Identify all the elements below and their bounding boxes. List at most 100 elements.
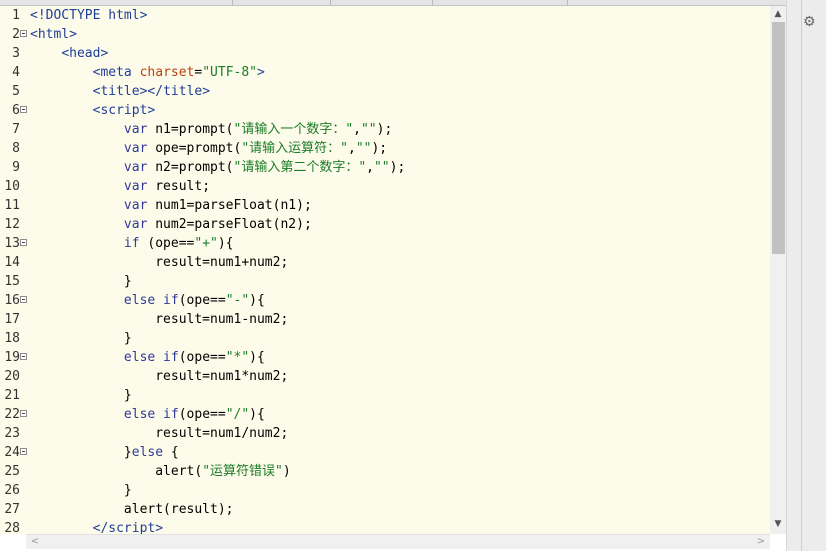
- code-text: alert(result);: [30, 502, 234, 517]
- code-line[interactable]: 17 result=num1-num2;: [0, 310, 770, 329]
- code-text: }: [30, 331, 132, 346]
- side-panel: [786, 0, 826, 551]
- scroll-thumb[interactable]: [772, 22, 785, 254]
- code-line[interactable]: 15 }: [0, 272, 770, 291]
- code-line[interactable]: 13 if (ope=="+"){: [0, 234, 770, 253]
- code-text: var n2=prompt("请输入第二个数字：","");: [123, 160, 406, 175]
- code-text: <script>: [92, 103, 156, 118]
- code-text: }else {: [30, 445, 179, 460]
- line-number: 18: [4, 331, 20, 346]
- code-text: result=num1-num2;: [30, 312, 289, 327]
- code-text: <title></title>: [92, 84, 211, 99]
- code-line[interactable]: 10 var result;: [0, 177, 770, 196]
- code-line[interactable]: 23 result=num1/num2;: [0, 424, 770, 443]
- code-line[interactable]: 1 <!DOCTYPE html>: [0, 6, 770, 25]
- line-number: 3: [12, 46, 20, 61]
- code-line[interactable]: 9 var n2=prompt("请输入第二个数字：","");: [0, 158, 770, 177]
- line-number: 11: [4, 198, 20, 213]
- fold-toggle-icon[interactable]: [20, 106, 27, 113]
- code-text: var num1=parseFloat(n1);: [123, 198, 312, 213]
- line-number: 7: [12, 122, 20, 137]
- code-line[interactable]: 28 </script>: [0, 519, 770, 534]
- code-line[interactable]: 3 <head>: [0, 44, 770, 63]
- code-text: var num2=parseFloat(n2);: [123, 217, 312, 232]
- code-text: result=num1*num2;: [30, 369, 289, 384]
- code-text: result=num1+num2;: [30, 255, 289, 270]
- code-line[interactable]: 14 result=num1+num2;: [0, 253, 770, 272]
- code-line[interactable]: 22 else if(ope=="/"){: [0, 405, 770, 424]
- code-text: }: [30, 274, 132, 289]
- code-line[interactable]: 5 <title></title>: [0, 82, 770, 101]
- fold-toggle-icon[interactable]: [20, 353, 27, 360]
- code-line[interactable]: 12 var num2=parseFloat(n2);: [0, 215, 770, 234]
- line-number: 8: [12, 141, 20, 156]
- line-number: 28: [4, 521, 20, 534]
- code-text: else if(ope=="*"){: [123, 350, 265, 365]
- tab-separator: [330, 0, 331, 5]
- code-line[interactable]: 18 }: [0, 329, 770, 348]
- line-number: 2: [12, 27, 20, 42]
- line-number: 12: [4, 217, 20, 232]
- code-text: alert("运算符错误"): [30, 464, 291, 479]
- code-text: <!DOCTYPE html>: [30, 8, 148, 23]
- line-number: 17: [4, 312, 20, 327]
- line-number: 24: [4, 445, 20, 460]
- line-number: 22: [4, 407, 20, 422]
- line-number: 20: [4, 369, 20, 384]
- line-number: 5: [12, 84, 20, 99]
- code-text: var ope=prompt("请输入运算符：","");: [123, 141, 388, 156]
- line-number: 9: [12, 160, 20, 175]
- line-number: 19: [4, 350, 20, 365]
- line-number: 27: [4, 502, 20, 517]
- code-text: <meta charset="UTF-8">: [92, 65, 265, 80]
- code-text: <html>: [30, 27, 77, 42]
- code-text: var result;: [123, 179, 211, 194]
- code-line[interactable]: 25 alert("运算符错误"): [0, 462, 770, 481]
- code-editor[interactable]: 1 <!DOCTYPE html> 2 <html> 3 <head> 4 <meta c…: [0, 6, 770, 534]
- code-text: else if(ope=="-"){: [123, 293, 265, 308]
- fold-toggle-icon[interactable]: [20, 239, 27, 246]
- panel-divider: [801, 0, 802, 551]
- line-number: 13: [4, 236, 20, 251]
- line-number: 14: [4, 255, 20, 270]
- code-line[interactable]: 24 }else {: [0, 443, 770, 462]
- line-number: 21: [4, 388, 20, 403]
- code-line[interactable]: 27 alert(result);: [0, 500, 770, 519]
- code-text: <head>: [61, 46, 109, 61]
- line-number: 10: [4, 179, 20, 194]
- tab-separator: [432, 0, 433, 5]
- line-number: 6: [12, 103, 20, 118]
- fold-toggle-icon[interactable]: [20, 30, 27, 37]
- code-text: var n1=prompt("请输入一个数字：","");: [123, 122, 393, 137]
- code-line[interactable]: 7 var n1=prompt("请输入一个数字：","");: [0, 120, 770, 139]
- tab-separator: [232, 0, 233, 5]
- horizontal-scrollbar[interactable]: < >: [26, 534, 770, 549]
- vertical-scrollbar[interactable]: ▲ ▼: [770, 6, 786, 534]
- line-number: 26: [4, 483, 20, 498]
- gear-icon[interactable]: ⚙: [803, 10, 826, 34]
- line-number: 4: [12, 65, 20, 80]
- code-line[interactable]: 2 <html>: [0, 25, 770, 44]
- tab-separator: [567, 0, 568, 5]
- line-number: 16: [4, 293, 20, 308]
- line-number: 23: [4, 426, 20, 441]
- code-line[interactable]: 11 var num1=parseFloat(n1);: [0, 196, 770, 215]
- fold-toggle-icon[interactable]: [20, 296, 27, 303]
- code-line[interactable]: 4 <meta charset="UTF-8">: [0, 63, 770, 82]
- code-line[interactable]: 21 }: [0, 386, 770, 405]
- code-text: }: [30, 388, 132, 403]
- scroll-up-icon[interactable]: ▲: [770, 6, 786, 22]
- fold-toggle-icon[interactable]: [20, 448, 27, 455]
- scroll-left-icon[interactable]: <: [28, 535, 42, 549]
- scroll-down-icon[interactable]: ▼: [770, 516, 786, 532]
- fold-toggle-icon[interactable]: [20, 410, 27, 417]
- scroll-right-icon[interactable]: >: [754, 535, 768, 549]
- code-line[interactable]: 26 }: [0, 481, 770, 500]
- code-line[interactable]: 19 else if(ope=="*"){: [0, 348, 770, 367]
- code-text: else if(ope=="/"){: [123, 407, 265, 422]
- code-line[interactable]: 20 result=num1*num2;: [0, 367, 770, 386]
- code-line[interactable]: 8 var ope=prompt("请输入运算符：","");: [0, 139, 770, 158]
- code-line[interactable]: 6 <script>: [0, 101, 770, 120]
- code-line[interactable]: 16 else if(ope=="-"){: [0, 291, 770, 310]
- line-number: 1: [12, 8, 20, 23]
